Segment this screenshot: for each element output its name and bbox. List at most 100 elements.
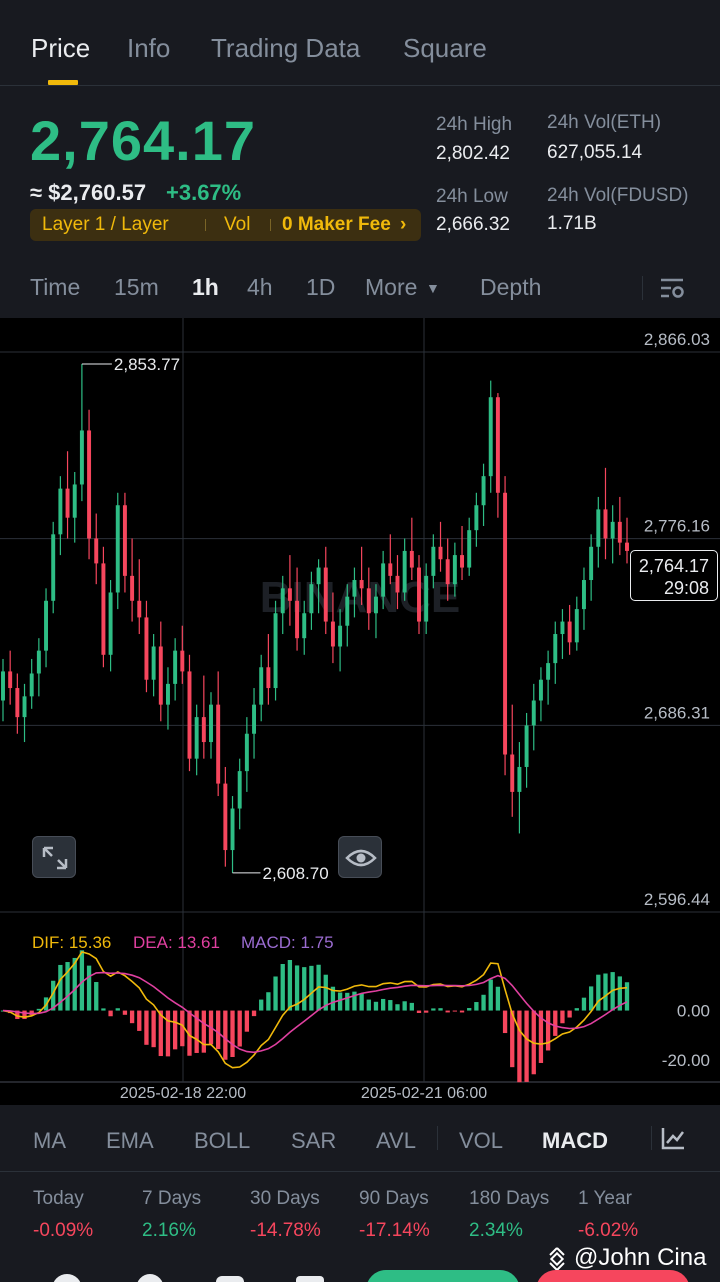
macd-histogram-bar <box>366 999 371 1011</box>
vol-quote-value: 1.71B <box>547 213 597 234</box>
share-icon[interactable] <box>296 1276 324 1282</box>
candle-body <box>330 621 335 647</box>
vol-base-value: 627,055.14 <box>547 142 643 163</box>
macd-histogram-bar <box>524 1010 529 1082</box>
indicator-avl[interactable]: AVL <box>376 1128 416 1154</box>
expand-icon <box>42 846 68 870</box>
macd-histogram-bar <box>424 1010 429 1013</box>
sell-button[interactable] <box>536 1270 690 1282</box>
perf-label-7d: 7 Days <box>142 1188 202 1209</box>
favorite-icon[interactable] <box>216 1276 244 1282</box>
interval-time[interactable]: Time <box>30 274 80 301</box>
candle-body <box>180 650 185 672</box>
alert-icon[interactable] <box>136 1274 164 1282</box>
candle-body <box>560 621 565 635</box>
macd-histogram-bar <box>101 1008 106 1011</box>
perf-label-30d: 30 Days <box>250 1188 320 1209</box>
kline-chart[interactable]: BINANCE 2,866.03 2,776.16 2,686.31 2,596.44… <box>0 318 720 1105</box>
candle-body <box>165 683 170 705</box>
candle-body <box>460 555 465 568</box>
candle-body <box>29 673 34 697</box>
indicator-settings-icon[interactable] <box>660 1126 686 1150</box>
interval-1h[interactable]: 1h <box>192 274 219 301</box>
candle-body <box>79 430 84 485</box>
more-icon[interactable] <box>52 1274 82 1282</box>
visibility-button[interactable] <box>338 836 382 878</box>
candle-body <box>467 530 472 568</box>
top-tabs: Price Info Trading Data Square <box>0 0 720 86</box>
interval-more[interactable]: More <box>365 274 417 301</box>
chart-settings-icon[interactable] <box>659 276 685 300</box>
high-value: 2,802.42 <box>436 143 510 164</box>
candle-body <box>531 700 536 726</box>
indicator-ema[interactable]: EMA <box>106 1128 154 1154</box>
vol-tag[interactable]: Vol <box>224 214 250 236</box>
active-tab-indicator <box>48 80 78 85</box>
tab-trading-data[interactable]: Trading Data <box>211 33 360 64</box>
macd-dea-label: DEA: 13.61 <box>133 933 220 952</box>
candle-body <box>625 542 629 551</box>
macd-histogram-bar <box>502 1010 508 1034</box>
buy-button[interactable] <box>366 1270 520 1282</box>
candle-body <box>259 667 264 705</box>
candle-body <box>617 521 622 543</box>
candle-body <box>36 650 41 674</box>
vol-quote-label: 24h Vol(FDUSD) <box>547 185 689 206</box>
macd-histogram-bar <box>201 1010 206 1053</box>
vol-base-label: 24h Vol(ETH) <box>547 112 662 133</box>
candle-body <box>151 646 156 680</box>
current-price-label: 2,764.17 29:08 <box>630 550 718 601</box>
macd-histogram-bar <box>345 992 350 1011</box>
macd-histogram-bar <box>373 1001 379 1011</box>
interval-1d[interactable]: 1D <box>306 274 335 301</box>
indicator-macd[interactable]: MACD <box>542 1128 608 1154</box>
candle-body <box>510 754 515 792</box>
macd-histogram-bar <box>151 1010 156 1048</box>
macd-histogram-bar <box>452 1010 458 1012</box>
candle-body <box>431 546 436 576</box>
candle-body <box>108 592 113 655</box>
interval-4h[interactable]: 4h <box>247 274 273 301</box>
macd-histogram-bar <box>467 1008 472 1011</box>
macd-histogram-bar <box>596 974 601 1011</box>
macd-histogram-bar <box>223 1010 228 1060</box>
candle-body <box>373 596 378 614</box>
tab-square[interactable]: Square <box>403 33 487 64</box>
chevron-right-icon[interactable]: › <box>400 214 406 236</box>
interval-divider <box>642 276 643 300</box>
caret-down-icon[interactable]: ▼ <box>426 280 440 296</box>
macd-histogram-bar <box>158 1010 163 1057</box>
macd-histogram-bar <box>115 1008 120 1011</box>
info-tags: Layer 1 / Layer Vol 0 Maker Fee › <box>30 209 421 241</box>
candle-body <box>173 650 178 684</box>
chart-canvas[interactable]: BINANCE 2,866.032,776.162,686.312,596.44… <box>0 318 720 1105</box>
candle-body <box>87 430 92 539</box>
macd-histogram-bar <box>588 986 594 1011</box>
macd-histogram-bar <box>172 1010 178 1050</box>
indicator-ma[interactable]: MA <box>33 1128 66 1154</box>
macd-histogram-bar <box>574 1008 579 1011</box>
macd-y-tick: 0.00 <box>677 1002 710 1021</box>
perf-value-90d: -17.14% <box>359 1220 430 1241</box>
macd-histogram-bar <box>474 1002 479 1011</box>
x-tick-label: 2025-02-21 06:00 <box>361 1085 487 1102</box>
candle-body <box>402 550 407 593</box>
candle-body <box>452 555 457 585</box>
current-price-value: 2,764.17 <box>638 556 709 576</box>
indicator-vol[interactable]: VOL <box>459 1128 503 1154</box>
tab-info[interactable]: Info <box>127 33 170 64</box>
category-tag[interactable]: Layer 1 / Layer <box>42 214 169 236</box>
candle-body <box>122 505 127 576</box>
interval-15m[interactable]: 15m <box>114 274 159 301</box>
indicator-divider <box>651 1126 652 1150</box>
tab-price[interactable]: Price <box>31 33 90 64</box>
fullscreen-button[interactable] <box>32 836 76 878</box>
min-price-marker: 2,608.70 <box>263 864 329 883</box>
candle-body <box>323 567 328 622</box>
maker-fee-tag[interactable]: 0 Maker Fee <box>282 214 391 236</box>
macd-histogram-bar <box>517 1010 522 1083</box>
indicator-sar[interactable]: SAR <box>291 1128 336 1154</box>
indicator-boll[interactable]: BOLL <box>194 1128 250 1154</box>
perf-value-1y: -6.02% <box>578 1220 639 1241</box>
interval-depth[interactable]: Depth <box>480 274 541 301</box>
